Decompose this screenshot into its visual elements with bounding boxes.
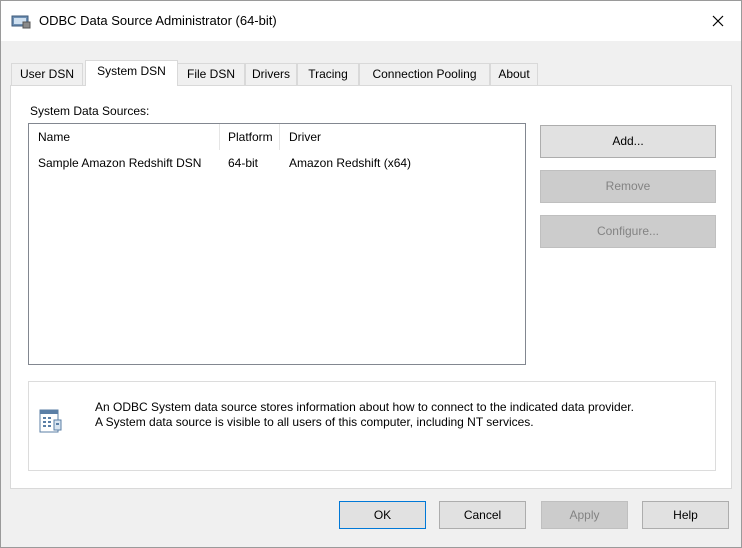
column-header-name[interactable]: Name xyxy=(29,124,219,150)
title-bar[interactable]: ODBC Data Source Administrator (64-bit) xyxy=(1,1,741,41)
column-header-driver[interactable]: Driver xyxy=(280,124,520,150)
tab-about[interactable]: About xyxy=(490,63,538,85)
column-header-platform[interactable]: Platform xyxy=(219,124,279,150)
tab-system-dsn[interactable]: System DSN xyxy=(85,60,178,86)
system-data-sources-list[interactable]: Name Platform Driver Sample Amazon Redsh… xyxy=(28,123,526,365)
dsn-platform-cell: 64-bit xyxy=(228,156,259,170)
close-button[interactable] xyxy=(695,1,741,41)
help-button[interactable]: Help xyxy=(642,501,729,529)
dsn-driver-cell: Amazon Redshift (x64) xyxy=(289,156,412,170)
ok-button[interactable]: OK xyxy=(339,501,426,529)
close-icon xyxy=(712,15,724,27)
odbc-admin-icon xyxy=(11,15,31,29)
add-button[interactable]: Add... xyxy=(540,125,716,158)
description-line: A System data source is visible to all u… xyxy=(95,415,534,429)
apply-button[interactable]: Apply xyxy=(541,501,628,529)
tab-file-dsn[interactable]: File DSN xyxy=(177,63,245,85)
configure-button[interactable]: Configure... xyxy=(540,215,716,248)
remove-button[interactable]: Remove xyxy=(540,170,716,203)
list-header: Name Platform Driver xyxy=(29,124,525,150)
system-data-sources-label: System Data Sources: xyxy=(30,104,150,118)
dsn-name-cell: Sample Amazon Redshift DSN xyxy=(38,156,202,170)
description-text: An ODBC System data source stores inform… xyxy=(95,400,634,430)
tab-user-dsn[interactable]: User DSN xyxy=(11,63,83,85)
description-box: An ODBC System data source stores inform… xyxy=(28,381,716,471)
tab-drivers[interactable]: Drivers xyxy=(245,63,297,85)
odbc-admin-window: ODBC Data Source Administrator (64-bit) … xyxy=(0,0,742,548)
tab-tracing[interactable]: Tracing xyxy=(297,63,359,85)
list-item[interactable]: Sample Amazon Redshift DSN 64-bit Amazon… xyxy=(29,154,525,172)
window-title: ODBC Data Source Administrator (64-bit) xyxy=(39,13,277,28)
cancel-button[interactable]: Cancel xyxy=(439,501,526,529)
tab-connection-pooling[interactable]: Connection Pooling xyxy=(359,63,490,85)
data-source-icon xyxy=(39,409,62,433)
dialog-body: User DSN System DSN File DSN Drivers Tra… xyxy=(1,41,741,547)
description-line: An ODBC System data source stores inform… xyxy=(95,400,634,414)
